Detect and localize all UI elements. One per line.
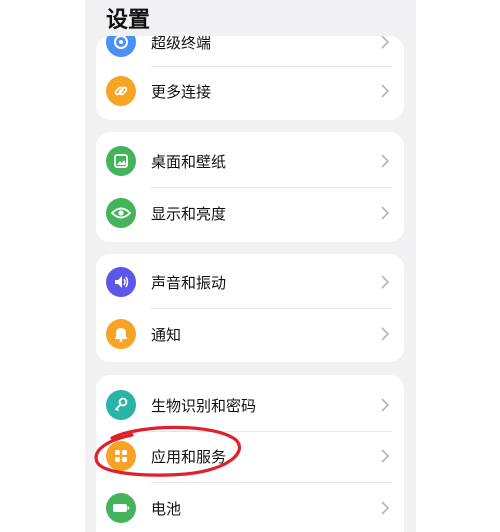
settings-group-connectivity: 超级终端 更多连接 [96, 36, 404, 120]
settings-item-more-connections[interactable]: 更多连接 [96, 65, 404, 117]
settings-item-label: 电池 [151, 500, 182, 518]
chevron-right-icon [381, 206, 390, 220]
settings-item-label: 显示和亮度 [151, 205, 227, 223]
settings-item-label: 声音和振动 [151, 274, 227, 292]
settings-screen: 设置 超级终端 更多连接 桌面和壁纸 显示和亮度 声音和振动 通知 生物识别和密… [85, 0, 416, 532]
settings-item-super-device[interactable]: 超级终端 [96, 36, 404, 68]
settings-item-sound-vibration[interactable]: 声音和振动 [96, 256, 404, 308]
settings-item-label: 更多连接 [151, 83, 212, 101]
bell-icon [106, 319, 136, 349]
battery-icon [106, 493, 136, 523]
link-icon [106, 76, 136, 106]
settings-group-display: 桌面和壁纸 显示和亮度 [96, 132, 404, 242]
chevron-right-icon [381, 501, 390, 515]
chevron-right-icon [381, 154, 390, 168]
settings-item-display-brightness[interactable]: 显示和亮度 [96, 187, 404, 239]
wallpaper-icon [106, 146, 136, 176]
settings-item-label: 生物识别和密码 [151, 397, 257, 415]
key-icon [106, 390, 136, 420]
settings-item-label: 超级终端 [151, 36, 212, 52]
settings-item-desktop-wallpaper[interactable]: 桌面和壁纸 [96, 135, 404, 187]
eye-icon [106, 198, 136, 228]
chevron-right-icon [381, 327, 390, 341]
chevron-right-icon [381, 275, 390, 289]
chevron-right-icon [381, 84, 390, 98]
chevron-right-icon [381, 36, 390, 49]
settings-group-security-apps: 生物识别和密码 应用和服务 电池 [96, 375, 404, 532]
chevron-right-icon [381, 449, 390, 463]
settings-item-label: 应用和服务 [151, 448, 227, 466]
chevron-right-icon [381, 398, 390, 412]
sound-icon [106, 267, 136, 297]
settings-item-notifications[interactable]: 通知 [96, 308, 404, 360]
settings-item-label: 通知 [151, 326, 182, 344]
settings-item-apps-services[interactable]: 应用和服务 [96, 430, 404, 482]
settings-item-label: 桌面和壁纸 [151, 153, 227, 171]
settings-group-sound-notifications: 声音和振动 通知 [96, 254, 404, 362]
settings-item-biometrics-password[interactable]: 生物识别和密码 [96, 379, 404, 431]
page-title: 设置 [106, 8, 151, 33]
settings-item-battery[interactable]: 电池 [96, 482, 404, 532]
apps-icon [106, 441, 136, 471]
super-device-icon [106, 36, 136, 57]
